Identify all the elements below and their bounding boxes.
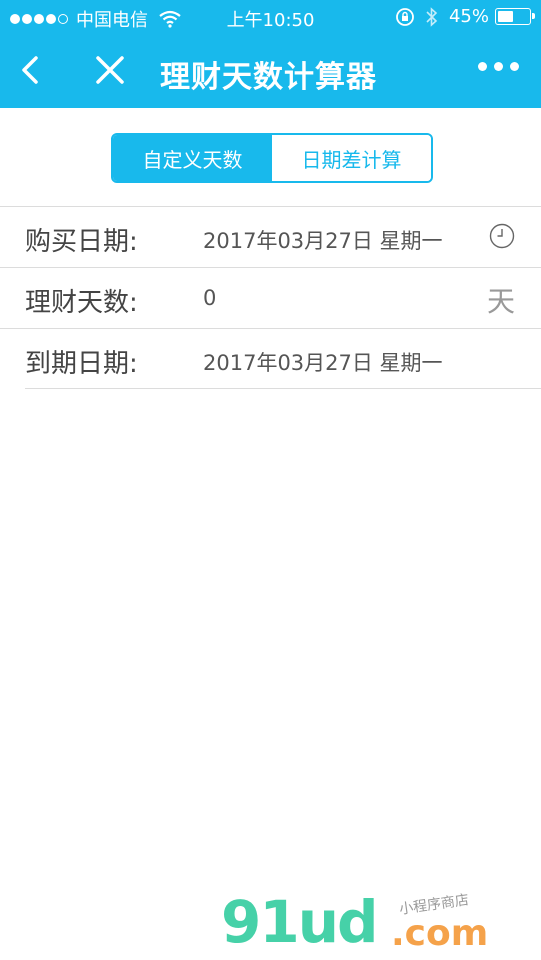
status-bar: 中国电信 上午10:50 45%	[0, 0, 541, 36]
watermark-brand: 91ud	[221, 888, 379, 956]
purchase-date-row[interactable]: 购买日期: 2017年03月27日 星期一	[0, 206, 541, 267]
close-icon[interactable]	[92, 52, 128, 88]
watermark-tld: .com	[391, 913, 489, 954]
form: 购买日期: 2017年03月27日 星期一 理财天数: 0 天 到期日期: 20…	[0, 206, 541, 389]
investment-days-row: 理财天数: 0 天	[0, 267, 541, 328]
status-right: 45%	[395, 6, 535, 27]
days-unit: 天	[486, 285, 515, 318]
mode-segmented-control: 自定义天数 日期差计算	[111, 133, 433, 183]
investment-days-label: 理财天数:	[25, 288, 138, 318]
segment-date-difference[interactable]: 日期差计算	[272, 135, 431, 181]
battery-icon	[495, 8, 535, 25]
maturity-date-value: 2017年03月27日 星期一	[203, 351, 443, 375]
investment-days-input[interactable]: 0	[203, 286, 216, 310]
more-icon[interactable]	[471, 62, 519, 71]
page-title: 理财天数计算器	[160, 60, 377, 95]
battery-percent: 45%	[448, 6, 489, 27]
maturity-date-label: 到期日期:	[25, 349, 138, 379]
purchase-date-label: 购买日期:	[25, 227, 138, 257]
back-icon[interactable]	[14, 50, 50, 90]
clock-icon[interactable]	[489, 223, 515, 249]
header: 中国电信 上午10:50 45% 理财天数计算器	[0, 0, 541, 108]
divider	[25, 388, 541, 389]
watermark-logo: 91ud .com 小程序商店	[221, 888, 521, 956]
maturity-date-row: 到期日期: 2017年03月27日 星期一	[0, 328, 541, 389]
navigation-bar: 理财天数计算器	[0, 36, 541, 108]
purchase-date-value[interactable]: 2017年03月27日 星期一	[203, 225, 443, 255]
segment-custom-days[interactable]: 自定义天数	[113, 135, 272, 181]
rotation-lock-icon	[396, 7, 414, 26]
bluetooth-icon	[426, 6, 438, 27]
